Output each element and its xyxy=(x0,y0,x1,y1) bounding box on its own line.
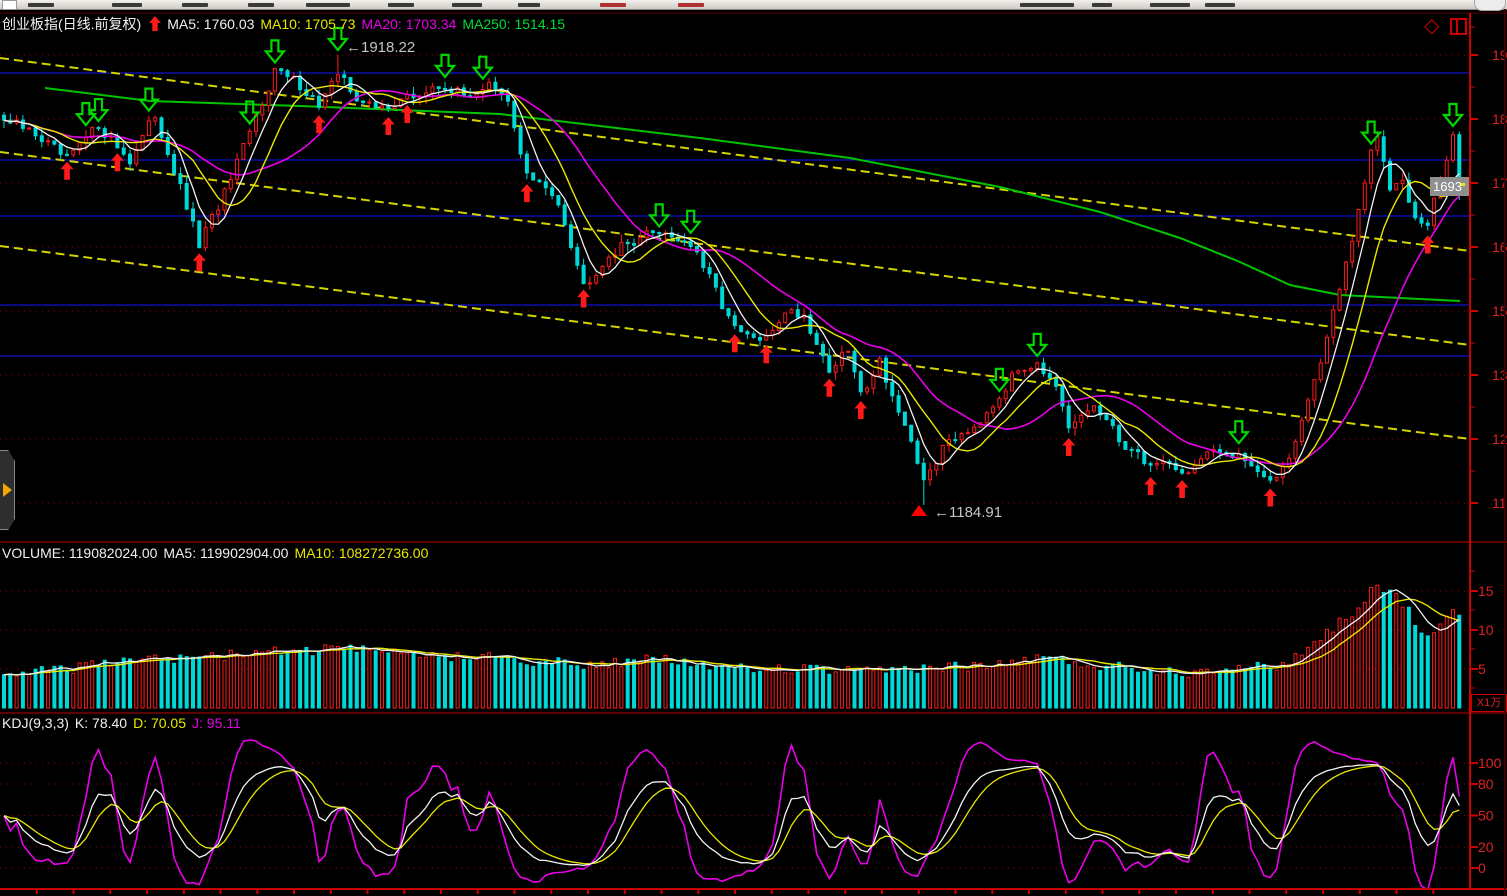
buy-signal-arrow xyxy=(520,184,533,202)
ma5-value: MA5: 1760.03 xyxy=(167,16,254,32)
high-price-annotation: ←1918.22 xyxy=(346,39,415,56)
kdj-lines xyxy=(4,740,1459,890)
volume-ma-lines xyxy=(4,590,1459,675)
kdj-j-value: J: 95.11 xyxy=(192,715,241,731)
volume-ma10-value: MA10: 108272736.00 xyxy=(294,545,428,561)
main-axis: 19181814170916051501139612921188 xyxy=(1470,27,1507,511)
kdj-k-value: K: 78.40 xyxy=(75,715,127,731)
volume-axis: 15 10 5 xyxy=(1470,571,1494,688)
kdj-axis-label: 80 xyxy=(1478,776,1494,792)
window-right-border xyxy=(1504,9,1506,896)
sidebar-toggle-handle[interactable] xyxy=(0,450,15,530)
kdj-axis-label: 20 xyxy=(1478,839,1494,855)
sell-signal-arrow xyxy=(266,40,284,62)
kdj-axis-label: 0 xyxy=(1478,860,1486,876)
buy-signal-arrow xyxy=(61,162,74,180)
buy-signal-arrow xyxy=(111,153,124,171)
kdj-label: KDJ(9,3,3) xyxy=(2,715,69,731)
ma250-value: MA250: 1514.15 xyxy=(462,16,565,32)
low-marker-triangle xyxy=(911,505,927,516)
volume-axis-label: 15 xyxy=(1478,583,1494,599)
sell-signal-arrow xyxy=(1028,334,1046,356)
buy-signal-arrow xyxy=(193,253,206,271)
ma10-value: MA10: 1705.73 xyxy=(260,16,355,32)
volume-ma5-value: MA5: 119902904.00 xyxy=(163,545,288,561)
sell-signal-arrow xyxy=(1230,421,1248,443)
ma10-endpoint-dot xyxy=(1461,183,1465,186)
volume-bars xyxy=(3,585,1461,708)
volume-axis-label: 10 xyxy=(1478,622,1494,638)
diamond-tool-icon[interactable]: ◇ xyxy=(1424,13,1439,38)
kdj-axis: 100 80 50 20 0 xyxy=(1470,755,1502,876)
buy-signal-arrow xyxy=(313,115,326,133)
sell-signal-arrow xyxy=(436,55,454,77)
buy-signal-arrow xyxy=(1062,438,1075,456)
sell-signal-arrow xyxy=(1444,104,1462,126)
volume-value: VOLUME: 119082024.00 xyxy=(2,545,157,561)
low-price-annotation: ←1184.91 xyxy=(934,504,1002,521)
buy-signal-arrow xyxy=(1144,477,1157,495)
up-arrow-icon xyxy=(149,16,161,31)
kdj-axis-label: 50 xyxy=(1478,808,1494,824)
sell-signal-arrow xyxy=(140,89,158,111)
ma20-value: MA20: 1703.34 xyxy=(361,16,456,32)
buy-signal-arrow xyxy=(401,105,414,123)
sell-signal-arrow xyxy=(474,57,492,79)
buy-signal-arrow xyxy=(854,401,867,419)
instrument-title: 创业板指(日线.前复权) xyxy=(2,16,141,32)
volume-unit-label: X1万 xyxy=(1471,694,1507,712)
kdj-grid xyxy=(0,763,1470,868)
sell-signal-arrow xyxy=(682,211,700,233)
volume-header: VOLUME: 119082024.00 MA5: 119902904.00 MA1… xyxy=(2,545,434,561)
buy-signal-arrow xyxy=(823,379,836,397)
kdj-axis-label: 100 xyxy=(1478,755,1502,771)
chart-canvas[interactable]: 19181814170916051501139612921188 15 10 5 100… xyxy=(0,0,1507,896)
buy-signal-arrow xyxy=(1176,480,1189,498)
volume-axis-label: 5 xyxy=(1478,661,1486,677)
sell-signal-arrow xyxy=(990,369,1008,391)
kdj-d-value: D: 70.05 xyxy=(133,715,186,731)
sell-signal-arrow xyxy=(650,204,668,226)
kdj-header: KDJ(9,3,3) K: 78.40 D: 70.05 J: 95.11 xyxy=(2,715,247,731)
buy-signal-arrow xyxy=(1264,489,1277,507)
expand-arrow-icon xyxy=(3,483,12,497)
yellow-trend-channel xyxy=(0,58,1470,439)
buy-signal-arrow xyxy=(382,117,395,135)
last-price-tag: 1693 xyxy=(1430,177,1469,196)
app-window: 19181814170916051501139612921188 15 10 5 100… xyxy=(0,0,1507,896)
main-chart-header: 创业板指(日线.前复权) MA5: 1760.03 MA10: 1705.73 MA2… xyxy=(2,14,571,34)
main-grid xyxy=(0,55,1470,503)
split-pane-icon[interactable] xyxy=(1450,18,1467,35)
